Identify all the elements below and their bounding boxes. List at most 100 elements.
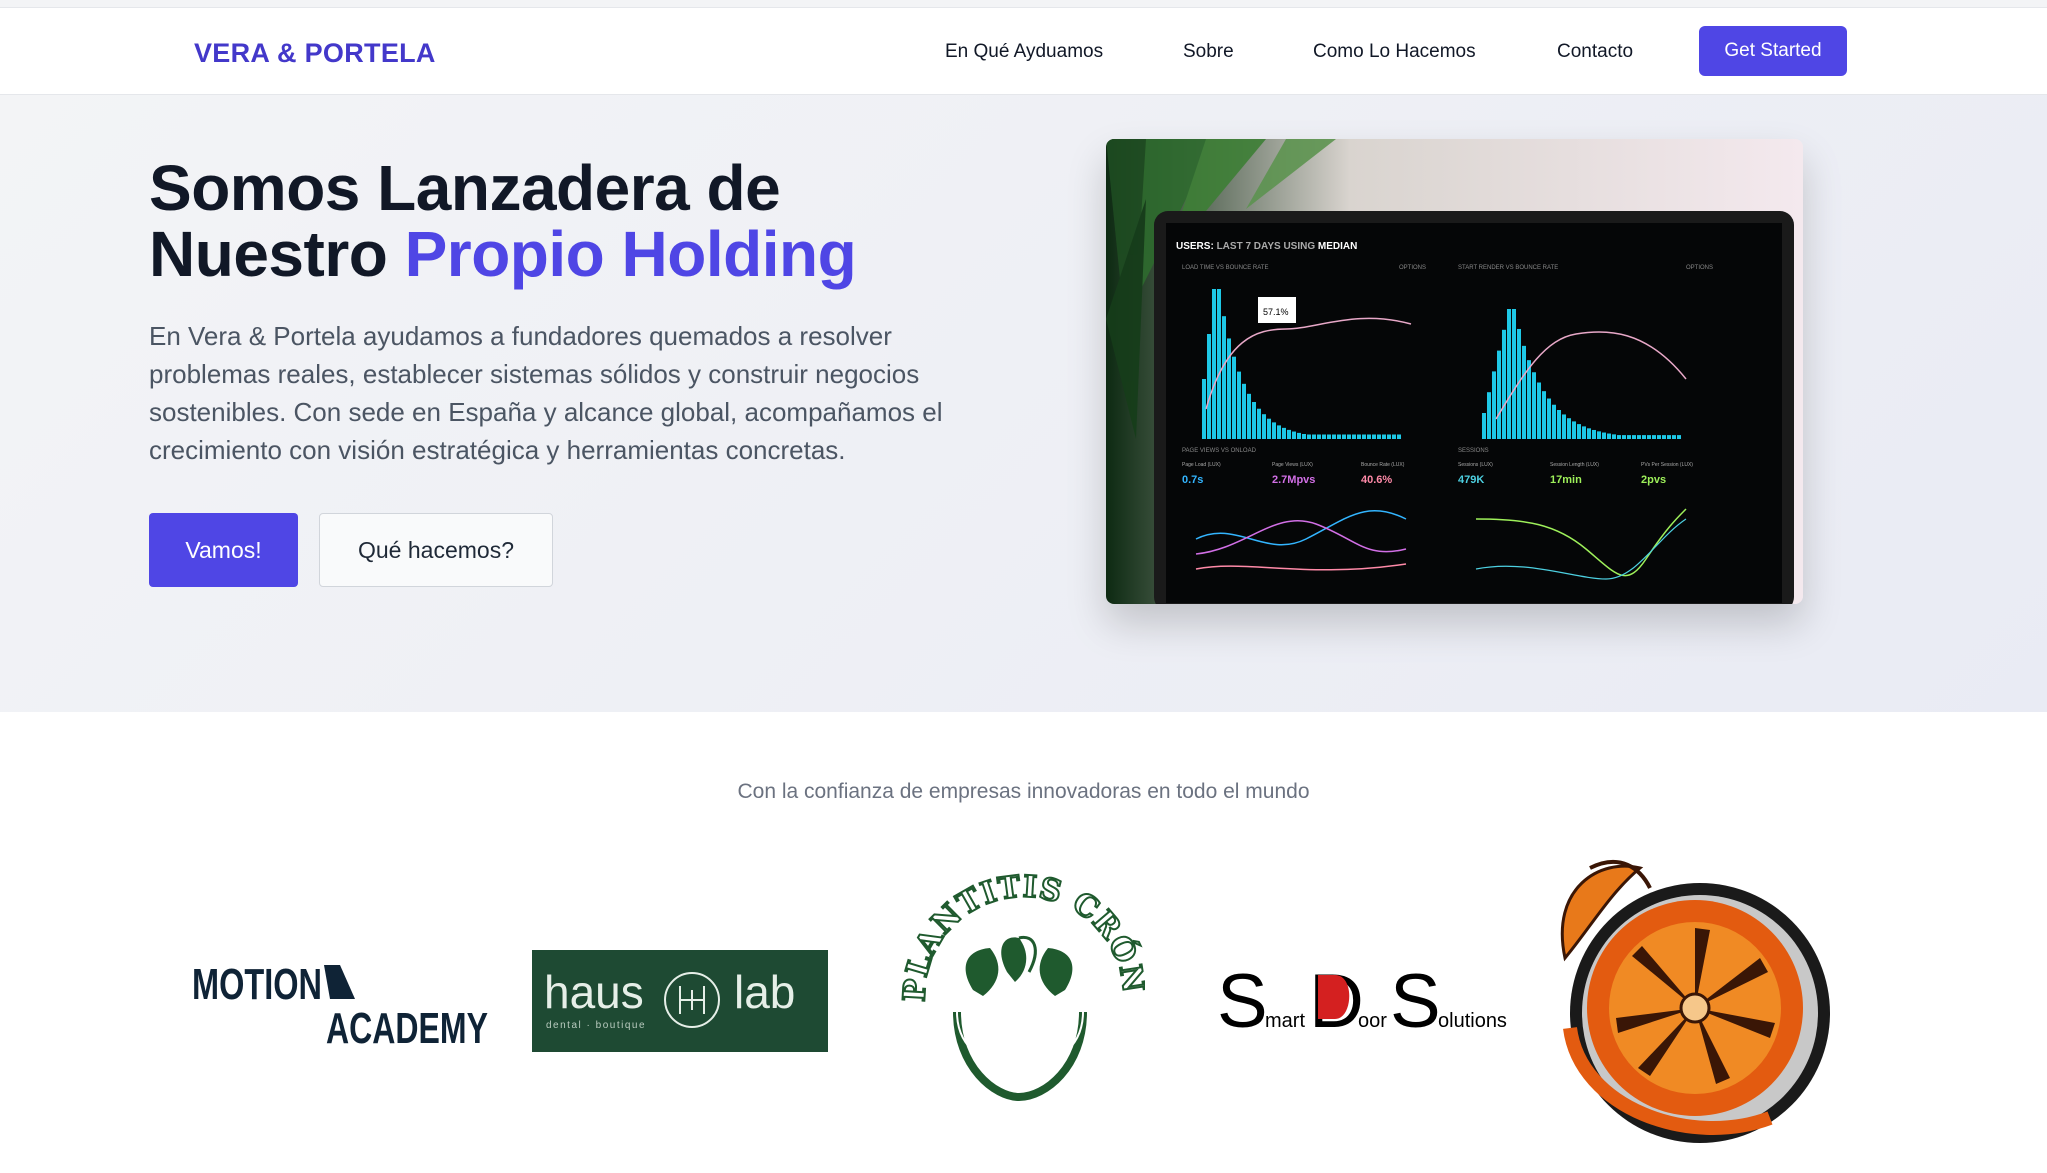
haus-lab-logo: haus lab dental · boutique bbox=[532, 950, 828, 1052]
svg-text:lab: lab bbox=[734, 966, 795, 1018]
histogram-bar bbox=[1632, 435, 1636, 439]
histogram-bar bbox=[1547, 398, 1551, 439]
histogram-bar bbox=[1252, 402, 1256, 439]
histogram-bar bbox=[1637, 435, 1641, 439]
histogram-bar bbox=[1482, 413, 1486, 439]
histogram-bar bbox=[1277, 425, 1281, 439]
histogram-bar bbox=[1582, 426, 1586, 439]
nav-en-que-ayudamos[interactable]: En Qué Ayduamos bbox=[945, 41, 1103, 63]
histogram-bar bbox=[1287, 429, 1291, 439]
histogram-bar bbox=[1222, 316, 1226, 439]
hero-dashboard-photo: USERS: LAST 7 DAYS USING MEDIAN LOAD TIM… bbox=[1106, 139, 1803, 604]
histogram-bar bbox=[1272, 422, 1276, 439]
histogram-bar bbox=[1572, 421, 1576, 439]
histogram-bar bbox=[1532, 372, 1536, 439]
histogram-bar bbox=[1392, 434, 1396, 439]
svg-text:USERS: LAST 7 DAYS: USERS: LAST 7 DAYS USING MEDIAN bbox=[1176, 241, 1357, 252]
svg-text:Page Views (LUX): Page Views (LUX) bbox=[1272, 462, 1313, 468]
histogram-bar bbox=[1367, 434, 1371, 439]
histogram-bar bbox=[1607, 433, 1611, 439]
svg-text:MOTION: MOTION bbox=[192, 960, 322, 1009]
dashboard-illustration: USERS: LAST 7 DAYS USING MEDIAN LOAD TIM… bbox=[1106, 139, 1803, 604]
vamos-button[interactable]: Vamos! bbox=[149, 513, 298, 587]
histogram-bar bbox=[1397, 434, 1401, 439]
histogram-bar bbox=[1242, 383, 1246, 439]
histogram-bar bbox=[1672, 435, 1676, 439]
svg-text:haus: haus bbox=[544, 966, 644, 1018]
histogram-bar bbox=[1557, 409, 1561, 439]
histogram-bar bbox=[1302, 433, 1306, 439]
histogram-bar bbox=[1327, 434, 1331, 439]
histogram-bar bbox=[1542, 391, 1546, 439]
hero-title: Somos Lanzadera de Nuestro Propio Holdin… bbox=[149, 152, 857, 290]
svg-text:17min: 17min bbox=[1550, 474, 1582, 486]
smart-door-solutions-logo: S mart D oor S olutions bbox=[1215, 955, 1515, 1044]
svg-text:PVs Per Session (LUX): PVs Per Session (LUX) bbox=[1641, 462, 1693, 468]
svg-text:Page Load (LUX): Page Load (LUX) bbox=[1182, 462, 1221, 468]
nav-como-lo-hacemos[interactable]: Como Lo Hacemos bbox=[1313, 41, 1476, 63]
histogram-bar bbox=[1282, 427, 1286, 439]
histogram-bar bbox=[1522, 345, 1526, 439]
histogram-bar bbox=[1312, 434, 1316, 439]
histogram-bar bbox=[1267, 418, 1271, 439]
histogram-bar bbox=[1512, 309, 1516, 439]
histogram-bar bbox=[1352, 434, 1356, 439]
histogram-bar bbox=[1622, 435, 1626, 439]
site-header: VERA & PORTELA En Qué Ayduamos Sobre Com… bbox=[0, 8, 2047, 95]
svg-text:57.1%: 57.1% bbox=[1263, 307, 1289, 317]
histogram-bar bbox=[1612, 434, 1616, 439]
histogram-bar bbox=[1492, 371, 1496, 439]
histogram-bar bbox=[1322, 434, 1326, 439]
histogram-bar bbox=[1357, 434, 1361, 439]
histogram-bar bbox=[1307, 434, 1311, 439]
histogram-bar bbox=[1597, 431, 1601, 439]
svg-text:2.7Mpvs: 2.7Mpvs bbox=[1272, 474, 1315, 486]
histogram-bar bbox=[1577, 424, 1581, 439]
histogram-bar bbox=[1387, 434, 1391, 439]
svg-text:oor: oor bbox=[1358, 1010, 1387, 1032]
histogram-bar bbox=[1262, 414, 1266, 439]
svg-text:OPTIONS: OPTIONS bbox=[1686, 265, 1713, 271]
histogram-bar bbox=[1257, 408, 1261, 439]
svg-text:Session Length (LUX): Session Length (LUX) bbox=[1550, 462, 1599, 468]
svg-text:START RENDER VS BOUNCE RATE: START RENDER VS BOUNCE RATE bbox=[1458, 265, 1558, 271]
svg-text:Sessions (LUX): Sessions (LUX) bbox=[1458, 462, 1493, 468]
svg-text:dental · boutique: dental · boutique bbox=[546, 1020, 646, 1031]
hero-title-line2: Nuestro bbox=[149, 218, 405, 290]
histogram-bar bbox=[1662, 435, 1666, 439]
svg-text:OPTIONS: OPTIONS bbox=[1399, 265, 1426, 271]
histogram-bar bbox=[1552, 404, 1556, 439]
histogram-bar bbox=[1382, 434, 1386, 439]
svg-text:S: S bbox=[1217, 959, 1268, 1035]
histogram-bar bbox=[1347, 434, 1351, 439]
histogram-bar bbox=[1562, 414, 1566, 439]
histogram-bar bbox=[1362, 434, 1366, 439]
svg-text:479K: 479K bbox=[1458, 474, 1484, 486]
histogram-bar bbox=[1377, 434, 1381, 439]
histogram-bar bbox=[1497, 350, 1501, 439]
nav-contacto[interactable]: Contacto bbox=[1557, 41, 1633, 63]
histogram-bar bbox=[1237, 371, 1241, 439]
orange-sphere-logo bbox=[1540, 848, 1850, 1158]
plantitis-cronica-logo: PLANTITIS CRÓNICA bbox=[881, 844, 1151, 1112]
get-started-button[interactable]: Get Started bbox=[1699, 26, 1847, 76]
hero-title-line1: Somos Lanzadera de bbox=[149, 152, 781, 224]
histogram-bar bbox=[1507, 309, 1511, 439]
histogram-bar bbox=[1247, 393, 1251, 439]
motion-academy-logo: MOTION ACADEMY bbox=[190, 955, 490, 1053]
histogram-bar bbox=[1502, 329, 1506, 439]
hero-description: En Vera & Portela ayudamos a fundadores … bbox=[149, 321, 943, 465]
svg-text:40.6%: 40.6% bbox=[1361, 474, 1392, 486]
histogram-bar bbox=[1652, 435, 1656, 439]
que-hacemos-button[interactable]: Qué hacemos? bbox=[319, 513, 553, 587]
histogram-bar bbox=[1227, 338, 1231, 439]
nav-sobre[interactable]: Sobre bbox=[1183, 41, 1234, 63]
histogram-bar bbox=[1592, 429, 1596, 439]
window-top-edge bbox=[0, 0, 2047, 8]
histogram-bar bbox=[1317, 434, 1321, 439]
svg-text:ACADEMY: ACADEMY bbox=[326, 1004, 488, 1045]
histogram-bar bbox=[1567, 418, 1571, 439]
brand-logo[interactable]: VERA & PORTELA bbox=[194, 38, 436, 69]
svg-text:S: S bbox=[1390, 959, 1441, 1035]
svg-text:2pvs: 2pvs bbox=[1641, 474, 1666, 486]
